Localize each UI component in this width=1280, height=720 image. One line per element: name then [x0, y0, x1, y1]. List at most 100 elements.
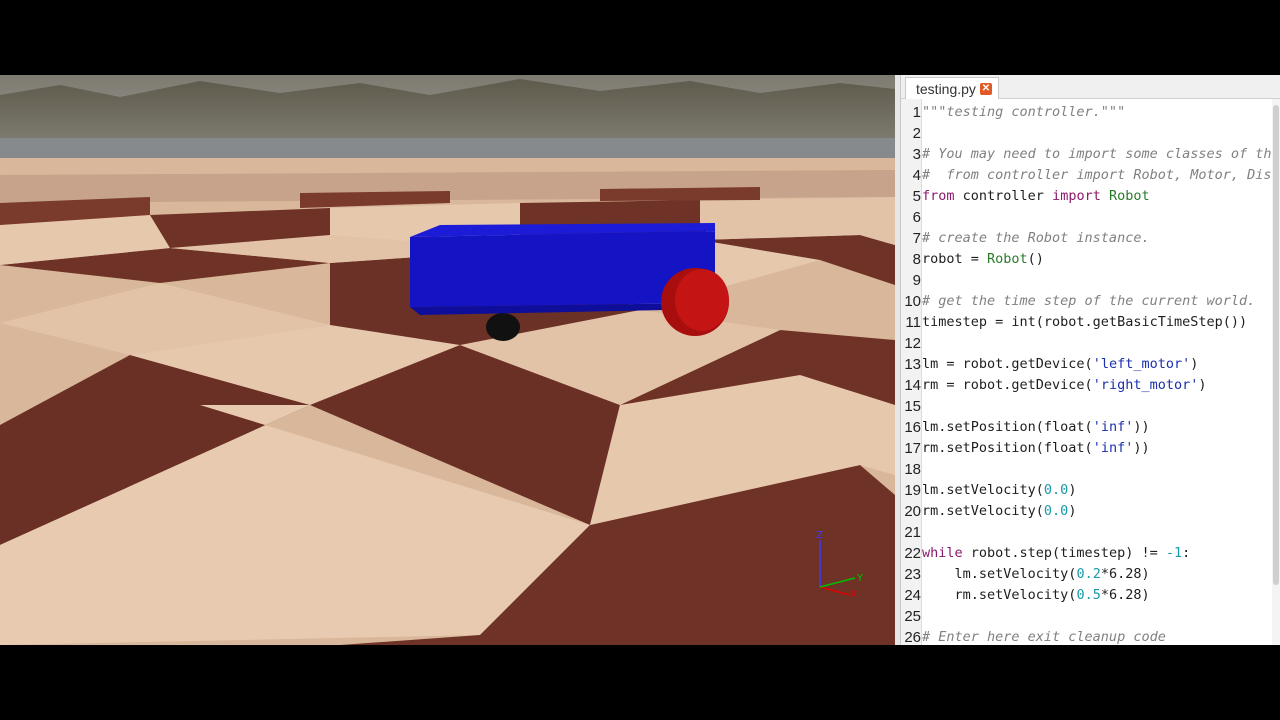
code-token: lm.setPosition(float(	[922, 419, 1093, 435]
line-number: 25	[904, 608, 921, 625]
code-text: while robot.step(timestep) != -1:	[922, 543, 1190, 564]
code-line[interactable]: 10 # get the time step of the current wor…	[901, 291, 1274, 312]
code-text: lm.setPosition(float('inf'))	[922, 417, 1150, 438]
code-token: robot.step(timestep) !=	[962, 545, 1166, 561]
axis-x-label: X	[850, 589, 857, 600]
code-line[interactable]: 23 lm.setVelocity(0.2*6.28)	[901, 564, 1274, 585]
line-number: 20	[904, 503, 921, 520]
tab-label: testing.py	[916, 80, 976, 97]
code-line[interactable]: 19 lm.setVelocity(0.0)	[901, 480, 1274, 501]
code-line[interactable]: 12	[901, 333, 1274, 354]
code-line[interactable]: 14 rm = robot.getDevice('right_motor')	[901, 375, 1274, 396]
code-line[interactable]: 24 rm.setVelocity(0.5*6.28)	[901, 585, 1274, 606]
horizon-water	[0, 138, 895, 158]
line-number: 10	[904, 293, 921, 310]
line-number: 18	[904, 461, 921, 478]
code-token: :	[1182, 545, 1191, 561]
code-line[interactable]: 8 robot = Robot()	[901, 249, 1274, 270]
code-text: rm.setVelocity(0.0)	[922, 501, 1076, 522]
code-token: robot =	[922, 251, 988, 267]
code-editor[interactable]: testing.py ✕ 1 """testing controller.""" 2…	[895, 75, 1280, 645]
code-text: from controller import Robot	[922, 186, 1150, 207]
code-text: rm.setVelocity(0.5*6.28)	[922, 585, 1150, 606]
editor-tabbar: testing.py ✕	[901, 75, 1280, 99]
letterbox-top	[0, 0, 1280, 75]
right-wheel-face	[675, 269, 729, 331]
code-line[interactable]: 4 # from controller import Robot, Motor, …	[901, 165, 1274, 186]
code-text: # Enter here exit cleanup code	[922, 627, 1166, 645]
code-token: 'inf'	[1092, 440, 1134, 456]
code-line[interactable]: 2	[901, 123, 1274, 144]
line-number: 13	[904, 356, 921, 373]
code-token: rm.setVelocity(	[922, 503, 1044, 519]
code-line[interactable]: 1 """testing controller."""	[901, 102, 1274, 123]
code-token: lm.setVelocity(	[922, 566, 1077, 582]
axis-y-label: Y	[856, 573, 864, 584]
code-token: from	[922, 188, 955, 204]
line-number: 2	[912, 125, 921, 142]
code-token: -1	[1165, 545, 1183, 561]
code-line[interactable]: 21	[901, 522, 1274, 543]
code-line[interactable]: 3 # You may need to import some classes o…	[901, 144, 1274, 165]
code-token: 0.0	[1043, 503, 1069, 519]
code-line[interactable]: 7 # create the Robot instance.	[901, 228, 1274, 249]
line-number: 26	[904, 629, 921, 645]
code-text: # create the Robot instance.	[922, 228, 1150, 249]
line-number: 22	[904, 545, 921, 562]
line-number: 24	[904, 587, 921, 604]
code-token: # get the time step of the current world…	[922, 293, 1256, 309]
code-text: # You may need to import some classes of…	[922, 144, 1272, 165]
code-line[interactable]: 11 timestep = int(robot.getBasicTimeStep(…	[901, 312, 1274, 333]
code-token: import	[1052, 188, 1101, 204]
line-number: 15	[904, 398, 921, 415]
line-number: 5	[912, 188, 921, 205]
code-text: """testing controller."""	[922, 102, 1125, 123]
code-token: lm = robot.getDevice(	[922, 356, 1093, 372]
code-token: )	[1190, 356, 1199, 372]
code-token: ()	[1027, 251, 1044, 267]
code-line[interactable]: 6	[901, 207, 1274, 228]
line-number: 17	[904, 440, 921, 457]
code-token: rm = robot.getDevice(	[922, 377, 1093, 393]
code-text: lm.setVelocity(0.2*6.28)	[922, 564, 1150, 585]
code-line[interactable]: 16 lm.setPosition(float('inf'))	[901, 417, 1274, 438]
line-number: 4	[912, 167, 921, 184]
line-number: 14	[904, 377, 921, 394]
code-line[interactable]: 9	[901, 270, 1274, 291]
code-token: # create the Robot instance.	[922, 230, 1150, 246]
line-number: 19	[904, 482, 921, 499]
line-number: 9	[912, 272, 921, 289]
code-line[interactable]: 15	[901, 396, 1274, 417]
code-token: # You may need to import some classes of…	[922, 146, 1272, 162]
code-text: lm.setVelocity(0.0)	[922, 480, 1076, 501]
3d-viewport[interactable]: Z Y X	[0, 75, 895, 645]
code-line[interactable]: 22 while robot.step(timestep) != -1:	[901, 543, 1274, 564]
code-token: ))	[1133, 440, 1150, 456]
line-number: 11	[905, 314, 921, 331]
code-token: 0.5	[1076, 587, 1101, 603]
code-line[interactable]: 17 rm.setPosition(float('inf'))	[901, 438, 1274, 459]
code-line[interactable]: 26 # Enter here exit cleanup code	[901, 627, 1274, 645]
scrollbar-thumb[interactable]	[1273, 105, 1279, 585]
code-text: # get the time step of the current world…	[922, 291, 1255, 312]
tab-testing-py[interactable]: testing.py ✕	[905, 77, 999, 99]
code-line[interactable]: 5 from controller import Robot	[901, 186, 1274, 207]
panel-splitter[interactable]	[895, 75, 901, 645]
line-number: 7	[912, 230, 921, 247]
code-token: *6.28)	[1100, 566, 1150, 582]
code-line[interactable]: 20 rm.setVelocity(0.0)	[901, 501, 1274, 522]
code-text: robot = Robot()	[922, 249, 1044, 270]
code-token: *6.28)	[1100, 587, 1150, 603]
code-token: timestep = int(robot.getBasicTimeStep())	[922, 314, 1248, 330]
code-token: 'right_motor'	[1092, 377, 1199, 393]
code-token: ))	[1133, 419, 1150, 435]
vertical-scrollbar[interactable]	[1272, 99, 1280, 645]
code-token: 0.0	[1043, 482, 1069, 498]
code-token: # Enter here exit cleanup code	[922, 629, 1166, 645]
axis-z-label: Z	[816, 530, 823, 541]
code-area[interactable]: 1 """testing controller.""" 2 3 # You may ne…	[901, 99, 1274, 645]
code-line[interactable]: 25	[901, 606, 1274, 627]
close-icon[interactable]: ✕	[979, 82, 992, 95]
code-line[interactable]: 18	[901, 459, 1274, 480]
code-line[interactable]: 13 lm = robot.getDevice('left_motor')	[901, 354, 1274, 375]
